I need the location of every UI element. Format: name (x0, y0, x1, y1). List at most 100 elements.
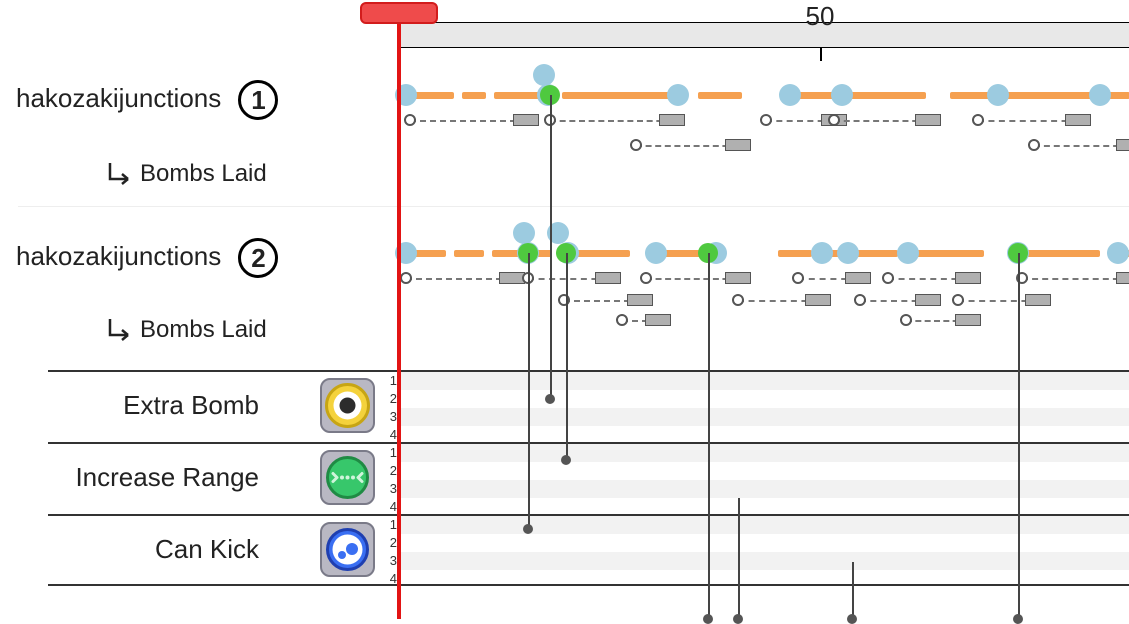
bomb-explode-icon (1065, 114, 1091, 126)
lane-number: 3 (383, 481, 397, 496)
bomb-start-icon (854, 294, 866, 306)
bomb-explode-icon (845, 272, 871, 284)
bomb-start-icon (616, 314, 628, 326)
bomb-start-icon (900, 314, 912, 326)
bomb-explode-icon (915, 114, 941, 126)
bomb-explode-icon (915, 294, 941, 306)
move-segment (462, 92, 486, 99)
connector-end-dot (561, 455, 571, 465)
bomb-explode-icon (725, 139, 751, 151)
lane-number: 1 (383, 517, 397, 532)
bomb-start-icon (732, 294, 744, 306)
bomb-duration (636, 145, 738, 147)
bomb-duration (406, 278, 512, 280)
connector-end-dot (703, 614, 713, 624)
move-segment (914, 250, 984, 257)
event-dot (831, 84, 853, 106)
bomb-start-icon (828, 114, 840, 126)
bomb-start-icon (792, 272, 804, 284)
event-dot (533, 64, 555, 86)
bomb-start-icon (952, 294, 964, 306)
agent-number-badge: 2 (238, 238, 278, 278)
agent-name: hakozakijunctions (16, 241, 221, 271)
lane-number: 3 (383, 409, 397, 424)
move-segment (454, 250, 484, 257)
lane-number: 3 (383, 553, 397, 568)
event-dot (779, 84, 801, 106)
connector-line (528, 253, 530, 529)
sublabel-text: Bombs Laid (140, 316, 267, 343)
bomb-explode-icon (1116, 272, 1129, 284)
agent-sublabel-1: Bombs Laid (104, 160, 267, 189)
bomb-start-icon (630, 139, 642, 151)
bomb-explode-icon (645, 314, 671, 326)
bomb-explode-icon (595, 272, 621, 284)
connector-end-dot (733, 614, 743, 624)
bomb-start-icon (760, 114, 772, 126)
bomb-start-icon (1028, 139, 1040, 151)
bomb-explode-icon (513, 114, 539, 126)
powerup-icon-wrap (320, 450, 375, 505)
event-dot (897, 242, 919, 264)
agent-sublabel-2: Bombs Laid (104, 316, 267, 345)
bomb-explode-icon (955, 314, 981, 326)
bomb-duration (1034, 145, 1129, 147)
child-arrow-icon (104, 161, 138, 189)
connector-line (1018, 253, 1020, 619)
can-kick-icon (320, 522, 375, 577)
timeline-ruler[interactable]: 50 (398, 22, 1129, 48)
agent-separator (18, 206, 1129, 207)
connector-end-dot (1013, 614, 1023, 624)
increase-range-icon (320, 450, 375, 505)
connector-line (852, 562, 854, 619)
playhead-handle[interactable] (360, 2, 438, 24)
bomb-duration (834, 120, 928, 122)
connector-end-dot (545, 394, 555, 404)
connector-line (566, 253, 568, 460)
connector-line (708, 253, 710, 619)
event-dot (395, 84, 417, 106)
bomb-explode-icon (955, 272, 981, 284)
bomb-start-icon (558, 294, 570, 306)
bomb-start-icon (882, 272, 894, 284)
ruler-tick (820, 47, 822, 61)
bomb-explode-icon (627, 294, 653, 306)
event-dot (1107, 242, 1129, 264)
move-segment (562, 92, 670, 99)
event-dot (667, 84, 689, 106)
connector-end-dot (847, 614, 857, 624)
connector-end-dot (523, 524, 533, 534)
move-segment (950, 92, 992, 99)
bomb-start-icon (400, 272, 412, 284)
event-dot (395, 242, 417, 264)
move-segment (778, 250, 812, 257)
event-dot (645, 242, 667, 264)
bomb-start-icon (972, 114, 984, 126)
lane-number: 4 (383, 571, 397, 586)
event-dot (987, 84, 1009, 106)
powerup-label: Increase Range (9, 462, 259, 493)
ruler-tick-label: 50 (806, 1, 835, 32)
powerup-icon-wrap (320, 378, 375, 433)
event-dot (837, 242, 859, 264)
agent-row-2: hakozakijunctions 2 (16, 238, 278, 278)
event-dot (1089, 84, 1111, 106)
move-segment (998, 92, 1098, 99)
extra-bomb-icon (320, 378, 375, 433)
agent-number-badge: 1 (238, 80, 278, 120)
agent-row-1: hakozakijunctions 1 (16, 80, 278, 120)
connector-line (738, 498, 740, 619)
move-segment (848, 92, 926, 99)
lane-number: 1 (383, 373, 397, 388)
bomb-start-icon (640, 272, 652, 284)
agent-name: hakozakijunctions (16, 83, 221, 113)
sublabel-text: Bombs Laid (140, 160, 267, 187)
lane-number: 2 (383, 391, 397, 406)
bomb-explode-icon (1025, 294, 1051, 306)
bomb-duration (978, 120, 1078, 122)
powerup-icon-wrap (320, 522, 375, 577)
lane-number: 4 (383, 499, 397, 514)
powerup-label: Can Kick (9, 534, 259, 565)
bomb-explode-icon (1116, 139, 1129, 151)
bomb-explode-icon (659, 114, 685, 126)
